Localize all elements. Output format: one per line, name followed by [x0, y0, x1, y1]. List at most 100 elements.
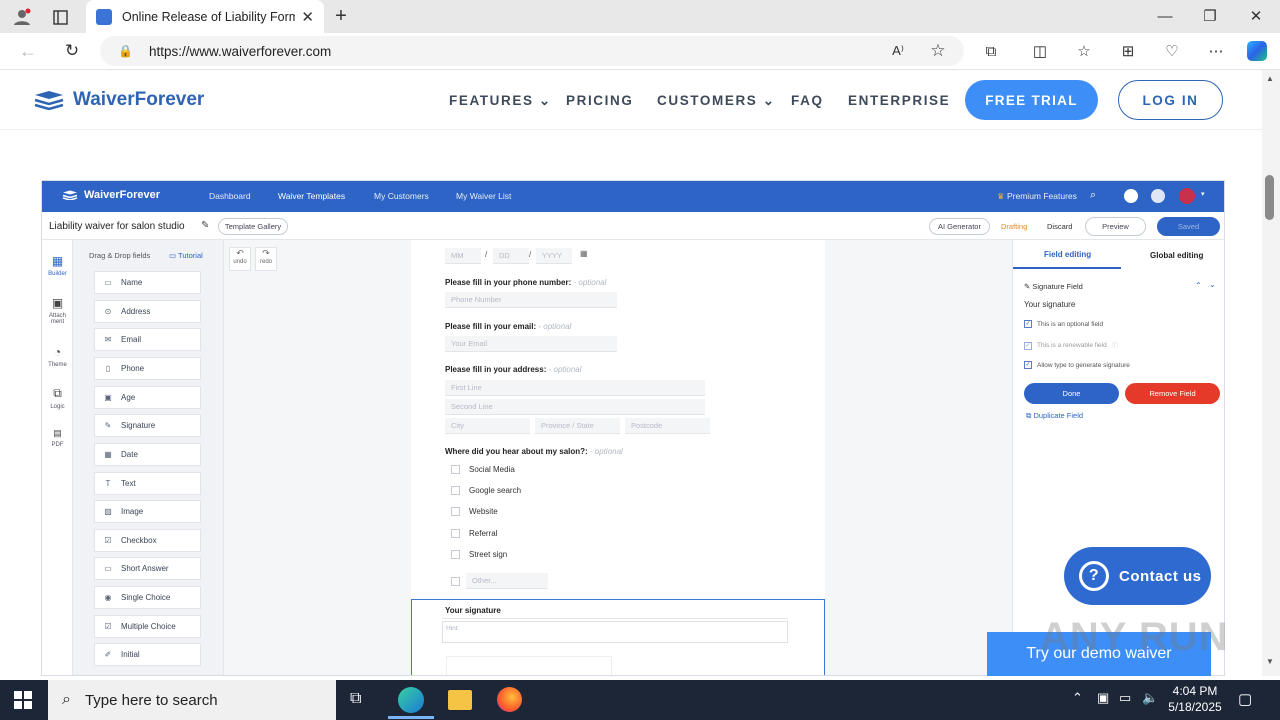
email-input[interactable]: Your Email — [445, 336, 617, 352]
favorite-star-icon[interactable]: ☆ — [928, 41, 948, 61]
nav-customers[interactable]: CUSTOMERS ⌄ — [657, 93, 776, 109]
field-age[interactable]: ▣ Age — [94, 386, 201, 409]
app-nav-my-waiver-list[interactable]: My Waiver List — [456, 191, 511, 201]
field-email[interactable]: ✉ Email — [94, 328, 201, 351]
app-nav-waiver-templates[interactable]: Waiver Templates — [278, 191, 345, 201]
saved-button[interactable]: Saved — [1157, 217, 1220, 236]
field-multiple-choice[interactable]: ☑ Multiple Choice — [94, 615, 201, 638]
field-phone[interactable]: ▯ Phone — [94, 357, 201, 380]
free-trial-button[interactable]: FREE TRIAL — [965, 80, 1098, 120]
close-window-icon[interactable]: ✕ — [1246, 6, 1266, 26]
dob-year-input[interactable]: YYYY — [536, 248, 572, 264]
signature-hint-input[interactable]: Hint — [442, 621, 788, 643]
scroll-down-icon[interactable]: ▼ — [1266, 657, 1274, 666]
field-signature[interactable]: ✎ Signature — [94, 414, 201, 437]
postcode-input[interactable]: Postcode — [625, 418, 710, 434]
checked-icon[interactable]: ✓ — [1024, 361, 1032, 369]
tray-device-icon[interactable]: ▣ — [1097, 690, 1109, 706]
contact-us-button[interactable]: ? Contact us — [1064, 547, 1211, 605]
site-logo[interactable]: WaiverForever — [33, 89, 204, 111]
page-scrollbar[interactable]: ▲ ▼ — [1262, 70, 1280, 676]
refresh-icon[interactable]: ↻ — [62, 41, 82, 61]
field-single-choice[interactable]: ◉ Single Choice — [94, 586, 201, 609]
field-name[interactable]: ▭ Name — [94, 271, 201, 294]
avatar[interactable] — [1179, 188, 1195, 204]
field-date[interactable]: ▦ Date — [94, 443, 201, 466]
close-tab-icon[interactable]: ✕ — [301, 8, 314, 26]
collapse-up-icon[interactable]: ⌃ — [1195, 281, 1202, 290]
option-website[interactable]: Website — [451, 507, 498, 516]
dob-month-input[interactable]: MM — [445, 248, 481, 264]
rail-pdf[interactable]: ▤ PDF — [42, 428, 73, 448]
field-initial[interactable]: ✐ Initial — [94, 643, 201, 666]
city-input[interactable]: City — [445, 418, 530, 434]
app-nav-dashboard[interactable]: Dashboard — [209, 191, 251, 201]
more-menu-icon[interactable]: ⋯ — [1206, 41, 1226, 61]
undo-button[interactable]: ↶ undo — [229, 247, 251, 271]
discard-button[interactable]: Discard — [1047, 222, 1072, 231]
volume-icon[interactable]: 🔈 — [1142, 690, 1158, 706]
read-aloud-icon[interactable]: A⁾ — [888, 41, 908, 61]
nav-faq[interactable]: FAQ — [791, 93, 824, 108]
new-tab-icon[interactable]: + — [331, 5, 351, 27]
firefox-icon[interactable] — [497, 687, 522, 712]
notification-icon[interactable] — [1124, 189, 1138, 203]
option-street-sign[interactable]: Street sign — [451, 550, 507, 559]
tab-field-editing[interactable]: Field editing — [1044, 250, 1091, 259]
taskbar-search[interactable]: ⌕ Type here to search — [48, 680, 336, 720]
allow-type-toggle[interactable]: ✓ Allow type to generate signature — [1024, 361, 1130, 369]
extensions-icon[interactable]: ⧉ — [981, 41, 1001, 61]
login-button[interactable]: LOG IN — [1118, 80, 1223, 120]
option-referral[interactable]: Referral — [451, 529, 497, 538]
nav-enterprise[interactable]: ENTERPRISE — [848, 93, 950, 108]
rail-theme[interactable]: ◔ Theme — [42, 345, 73, 368]
tutorial-link[interactable]: ▭ Tutorial — [169, 251, 203, 260]
option-checkbox[interactable] — [451, 507, 460, 516]
restore-icon[interactable]: ❐ — [1200, 6, 1220, 26]
file-explorer-icon[interactable] — [448, 690, 472, 710]
task-view-icon[interactable]: ⧉ — [350, 690, 361, 708]
network-icon[interactable]: ▭ — [1119, 690, 1131, 706]
other-input[interactable]: Other... — [466, 573, 548, 589]
help-icon[interactable] — [1151, 189, 1165, 203]
checked-icon[interactable]: ✓ — [1024, 341, 1032, 350]
option-google-search[interactable]: Google search — [451, 486, 521, 495]
tab-actions-icon[interactable] — [50, 7, 70, 27]
rail-attachment[interactable]: ▣ Attach ment — [42, 296, 73, 325]
ai-generator-button[interactable]: AI Generator — [929, 218, 990, 235]
edit-title-icon[interactable]: ✎ — [201, 220, 209, 231]
field-short-answer[interactable]: ▭ Short Answer — [94, 557, 201, 580]
option-other[interactable]: Other... — [451, 573, 548, 589]
address-line1-input[interactable]: First Line — [445, 380, 705, 396]
taskbar-clock[interactable]: 4:04 PM 5/18/2025 — [1160, 683, 1230, 715]
nav-pricing[interactable]: PRICING — [566, 93, 633, 108]
rail-builder[interactable]: ▦ Builder — [42, 254, 73, 277]
scrollbar-thumb[interactable] — [1265, 175, 1274, 220]
collections-icon[interactable]: ⊞ — [1118, 41, 1138, 61]
notifications-icon[interactable]: ▢ — [1238, 690, 1252, 708]
done-button[interactable]: Done — [1024, 383, 1119, 404]
scroll-up-icon[interactable]: ▲ — [1266, 74, 1274, 83]
expand-down-icon[interactable]: ⌄ — [1209, 280, 1216, 289]
app-nav-my-customers[interactable]: My Customers — [374, 191, 429, 201]
option-social-media[interactable]: Social Media — [451, 465, 515, 474]
dob-day-input[interactable]: DD — [493, 248, 529, 264]
address-bar[interactable]: 🔒 https://www.waiverforever.com — [100, 36, 964, 66]
option-checkbox[interactable] — [451, 529, 460, 538]
windows-start-icon[interactable] — [14, 691, 32, 714]
account-chevron-icon[interactable]: ▾ — [1201, 190, 1205, 198]
back-icon[interactable]: ← — [18, 41, 38, 61]
phone-input[interactable]: Phone Number — [445, 292, 617, 308]
field-text[interactable]: T Text — [94, 472, 201, 495]
duplicate-field-link[interactable]: ⧉ Duplicate Field — [1026, 411, 1083, 421]
field-address[interactable]: ⊙ Address — [94, 300, 201, 323]
address-line2-input[interactable]: Second Line — [445, 399, 705, 415]
profile-icon[interactable] — [12, 7, 32, 27]
tab-global-editing[interactable]: Global editing — [1150, 251, 1203, 260]
app-search-icon[interactable]: ⌕ — [1090, 189, 1096, 202]
favorites-icon[interactable]: ☆ — [1074, 41, 1094, 61]
premium-features[interactable]: ♛ Premium Features — [997, 191, 1077, 202]
province-input[interactable]: Province / State — [535, 418, 620, 434]
option-checkbox[interactable] — [451, 550, 460, 559]
browser-essentials-icon[interactable]: ♡ — [1162, 41, 1182, 61]
